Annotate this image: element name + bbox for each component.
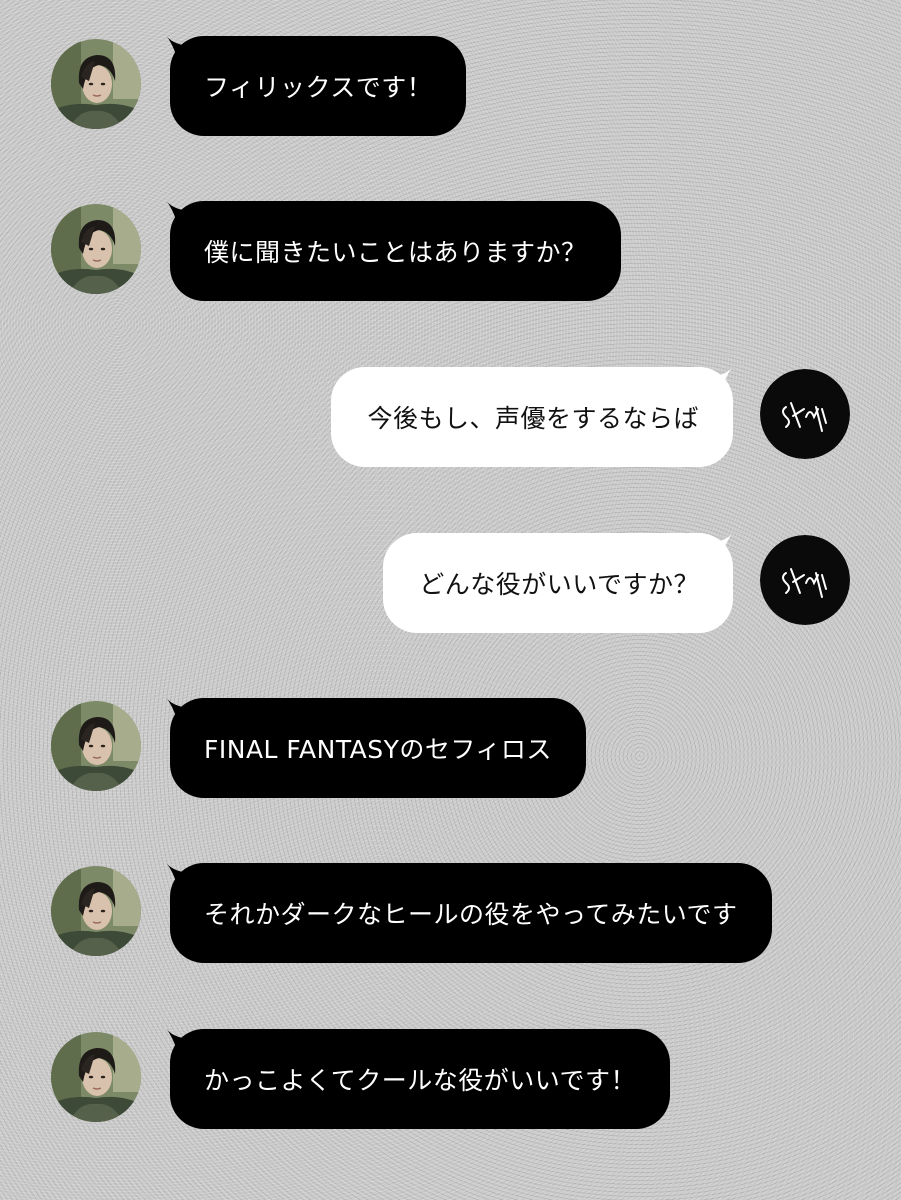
message-row: 今後もし、声優をするならば	[0, 367, 901, 471]
message-text: かっこよくてクールな役がいいです！	[204, 1066, 637, 1095]
incoming-message-bubble[interactable]: かっこよくてクールな役がいいです！	[170, 1029, 671, 1129]
person-photo-avatar-icon[interactable]	[51, 204, 141, 294]
message-text: それかダークなヒールの役をやってみたいです	[204, 900, 738, 929]
message-text: FINAL FANTASYのセフィロス	[204, 735, 552, 764]
person-photo-avatar-icon[interactable]	[51, 701, 141, 791]
message-row: FINAL FANTASYのセフィロス	[0, 698, 901, 802]
incoming-message-bubble[interactable]: フィリックスです！	[170, 36, 467, 136]
person-photo-avatar-icon[interactable]	[51, 866, 141, 956]
message-text: どんな役がいいですか？	[419, 570, 699, 599]
message-row: どんな役がいいですか？	[0, 533, 901, 637]
signature-logo-avatar-icon[interactable]	[760, 535, 850, 625]
outgoing-message-bubble[interactable]: 今後もし、声優をするならば	[331, 367, 733, 467]
message-row: それかダークなヒールの役をやってみたいです	[0, 863, 901, 967]
person-photo-avatar-icon[interactable]	[51, 1032, 141, 1122]
incoming-message-bubble[interactable]: FINAL FANTASYのセフィロス	[170, 698, 586, 798]
message-row: かっこよくてクールな役がいいです！	[0, 1029, 901, 1133]
message-text: 僕に聞きたいことはありますか？	[204, 238, 587, 267]
message-text: フィリックスです！	[204, 73, 433, 102]
person-photo-avatar-icon[interactable]	[51, 39, 141, 129]
incoming-message-bubble[interactable]: それかダークなヒールの役をやってみたいです	[170, 863, 772, 963]
outgoing-message-bubble[interactable]: どんな役がいいですか？	[383, 533, 733, 633]
message-row: 僕に聞きたいことはありますか？	[0, 201, 901, 305]
message-row: フィリックスです！	[0, 36, 901, 140]
message-text: 今後もし、声優をするならば	[367, 404, 699, 433]
signature-logo-avatar-icon[interactable]	[760, 369, 850, 459]
chat-thread: フィリックスです！ 僕に聞きたいことはありますか？ 今後もし、声優をするならば …	[0, 0, 901, 1200]
incoming-message-bubble[interactable]: 僕に聞きたいことはありますか？	[170, 201, 621, 301]
